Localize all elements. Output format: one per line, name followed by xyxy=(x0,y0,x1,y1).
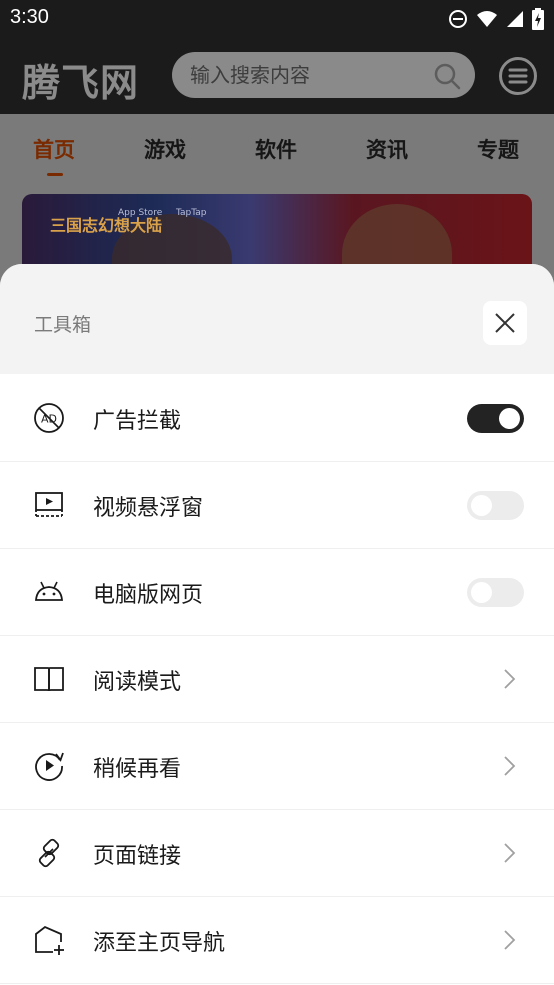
do-not-disturb-icon xyxy=(449,10,467,28)
toggle-knob xyxy=(471,582,492,603)
chevron-right-icon xyxy=(504,756,516,776)
chevron-right-icon xyxy=(504,930,516,950)
status-bar: 3:30 xyxy=(0,0,554,38)
tab-games[interactable]: 游戏 xyxy=(144,134,186,164)
toolbox-item-label: 视频悬浮窗 xyxy=(93,496,204,521)
banner-store-label: TapTap xyxy=(176,208,207,218)
category-tabs: 首页 游戏 软件 资讯 专题 xyxy=(0,114,554,186)
close-icon xyxy=(495,313,515,333)
toggle-knob xyxy=(471,495,492,516)
battery-charging-icon xyxy=(532,8,544,30)
toolbox-item-label: 广告拦截 xyxy=(93,409,182,434)
menu-icon[interactable] xyxy=(498,56,538,96)
svg-text:AD: AD xyxy=(41,413,57,426)
wifi-icon xyxy=(477,11,497,27)
toolbox-item-desktop-site[interactable]: 电脑版网页 xyxy=(0,549,554,636)
add-home-icon xyxy=(35,925,64,955)
search-input[interactable] xyxy=(190,52,430,98)
site-logo[interactable]: 腾飞网 xyxy=(22,52,139,107)
toolbox-item-page-link[interactable]: 页面链接 xyxy=(0,810,554,897)
toolbox-item-watch-later[interactable]: 稍候再看 xyxy=(0,723,554,810)
ad-block-icon: AD xyxy=(34,403,64,433)
link-icon xyxy=(38,838,60,868)
status-icons xyxy=(448,8,544,30)
desktop-site-toggle[interactable] xyxy=(467,578,524,607)
book-icon xyxy=(34,667,64,692)
toolbox-item-reading-mode[interactable]: 阅读模式 xyxy=(0,636,554,723)
status-time: 3:30 xyxy=(10,6,49,28)
tab-topics[interactable]: 专题 xyxy=(477,134,519,164)
chevron-right-icon xyxy=(504,843,516,863)
toolbox-item-video-float[interactable]: 视频悬浮窗 xyxy=(0,462,554,549)
toggle-knob xyxy=(499,408,520,429)
toolbox-item-add-home-nav[interactable]: 添至主页导航 xyxy=(0,897,554,984)
toolbox-item-label: 阅读模式 xyxy=(93,670,182,695)
active-tab-indicator xyxy=(47,173,63,176)
search-box[interactable] xyxy=(172,52,475,98)
toolbox-item-label: 页面链接 xyxy=(93,844,182,869)
tab-home[interactable]: 首页 xyxy=(33,134,75,164)
toolbox-item-ad-block[interactable]: AD 广告拦截 xyxy=(0,375,554,462)
video-float-icon xyxy=(35,492,63,517)
banner-store-label: App Store xyxy=(118,208,163,218)
close-button[interactable] xyxy=(483,301,527,345)
tab-news[interactable]: 资讯 xyxy=(366,134,408,164)
video-float-toggle[interactable] xyxy=(467,491,524,520)
toolbox-item-label: 添至主页导航 xyxy=(93,931,226,956)
android-icon xyxy=(35,581,63,601)
app-header: 腾飞网 xyxy=(0,38,554,114)
tab-software[interactable]: 软件 xyxy=(255,134,297,164)
toolbox-sheet: 工具箱 AD 广告拦截 视频悬浮窗 电脑版网页 阅读模式 稍候再看 页面链接 添… xyxy=(0,264,554,985)
search-icon[interactable] xyxy=(433,62,461,90)
ad-block-toggle[interactable] xyxy=(467,404,524,433)
toolbox-item-label: 电脑版网页 xyxy=(93,583,204,608)
watch-later-icon xyxy=(35,752,64,781)
toolbox-header: 工具箱 xyxy=(0,264,554,374)
chevron-right-icon xyxy=(504,669,516,689)
toolbox-title: 工具箱 xyxy=(34,314,92,336)
toolbox-item-label: 稍候再看 xyxy=(93,757,182,782)
signal-icon xyxy=(507,11,523,27)
